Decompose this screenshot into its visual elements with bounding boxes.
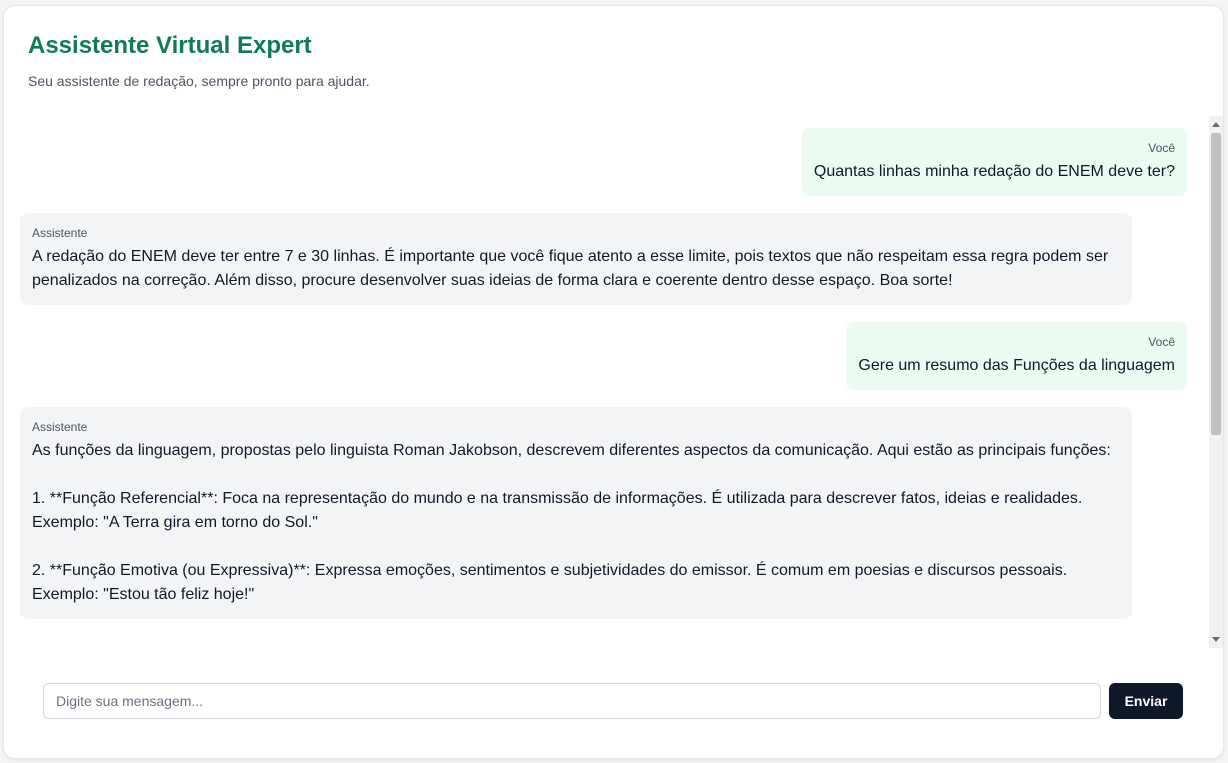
message-text: A redação do ENEM deve ter entre 7 e 30 … (32, 248, 1113, 289)
message-role: Você (1148, 141, 1175, 155)
page-title: Assistente Virtual Expert (28, 32, 312, 59)
message-text: Quantas linhas minha redação do ENEM dev… (813, 163, 1175, 180)
header: Assistente Virtual Expert Seu assistente… (28, 31, 370, 89)
scrollbar-thumb[interactable] (1211, 133, 1221, 435)
scroll-up-icon[interactable] (1212, 122, 1220, 127)
message-composer: Enviar (43, 683, 1184, 721)
message-list-scrollbar[interactable] (1209, 116, 1223, 648)
message-role: Assistente (32, 420, 88, 434)
message-role: Você (1148, 335, 1175, 349)
message-input[interactable] (43, 683, 1101, 719)
page-subtitle: Seu assistente de redação, sempre pronto… (28, 73, 370, 89)
message-assistant: Assistente As funções da linguagem, prop… (20, 407, 1132, 619)
message-assistant: Assistente A redação do ENEM deve ter en… (20, 213, 1132, 305)
scroll-down-icon[interactable] (1212, 637, 1220, 642)
message-text: As funções da linguagem, propostas pelo … (32, 442, 1111, 603)
message-role: Assistente (32, 226, 88, 240)
chat-card: Assistente Virtual Expert Seu assistente… (3, 5, 1224, 759)
message-list[interactable]: Você Quantas linhas minha redação do ENE… (4, 116, 1221, 648)
send-button[interactable]: Enviar (1109, 683, 1183, 719)
message-user: Você Quantas linhas minha redação do ENE… (801, 128, 1187, 196)
message-user: Você Gere um resumo das Funções da lingu… (846, 322, 1187, 390)
message-text: Gere um resumo das Funções da linguagem (858, 357, 1175, 374)
